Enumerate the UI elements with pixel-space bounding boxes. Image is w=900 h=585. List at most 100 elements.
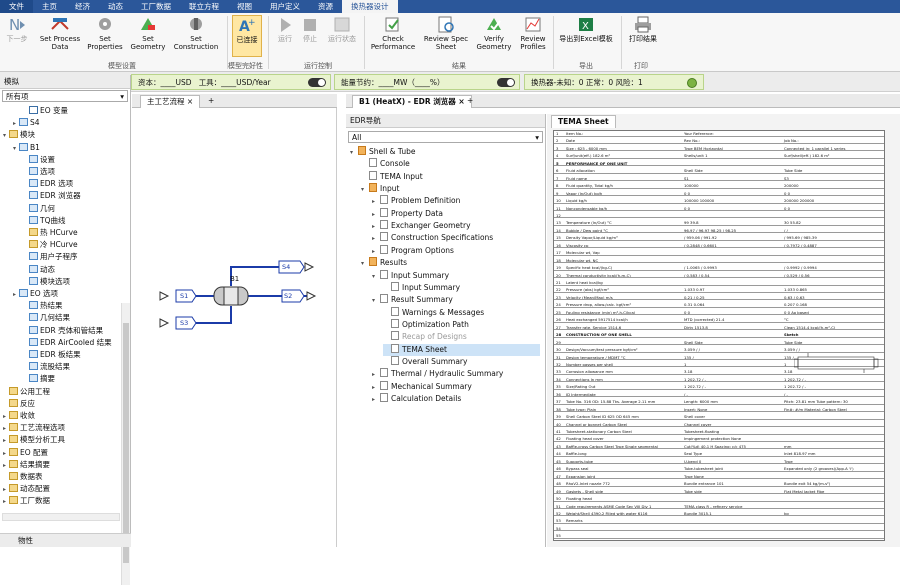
nav-item[interactable]: Warnings & Messages xyxy=(383,306,540,319)
tab-edr-browser[interactable]: B1 (HeatX) - EDR 浏览器 × xyxy=(352,95,472,108)
block-b1-label[interactable]: B1 xyxy=(230,275,239,283)
tree-item[interactable]: TQ曲线 xyxy=(23,215,66,227)
nav-item[interactable]: ▸ Mechanical Summary xyxy=(372,380,540,394)
nav-item[interactable]: ▸ Thermal / Hydraulic Summary xyxy=(372,368,540,380)
review-profiles-button[interactable]: Review Profiles xyxy=(516,15,550,51)
nav-item[interactable]: Optimization Path xyxy=(383,318,540,331)
tree-item[interactable]: ▸ 工厂数据 xyxy=(3,495,50,507)
nav-item[interactable]: ▾ Result Summary xyxy=(372,294,540,306)
tree-item[interactable]: 热 HCurve xyxy=(23,227,78,239)
nav-item[interactable]: ▸ Program Options xyxy=(372,244,540,258)
expand-arrow-icon[interactable]: ▾ xyxy=(372,295,380,307)
run-status-button[interactable]: 运行状态 xyxy=(324,15,360,43)
tree-item[interactable]: ▸ 工艺流程选项 xyxy=(3,422,65,434)
nav-item[interactable]: TEMA Input xyxy=(361,170,540,183)
set-geometry-button[interactable]: Set Geometry xyxy=(130,15,166,51)
tree-horizontal-scrollbar[interactable] xyxy=(2,513,120,521)
expand-arrow-icon[interactable]: ▾ xyxy=(372,271,380,283)
expand-arrow-icon[interactable]: ▸ xyxy=(372,233,380,245)
menu-item[interactable]: 换热器设计 xyxy=(342,0,398,13)
nav-item[interactable]: ▸ Problem Definition xyxy=(372,195,540,207)
expand-arrow-icon[interactable]: ▸ xyxy=(372,246,380,258)
menu-item[interactable]: 资源 xyxy=(309,0,342,13)
nav-item[interactable]: ▾ Input Summary xyxy=(372,269,540,283)
review-spec-sheet-button[interactable]: Review Spec Sheet xyxy=(422,15,470,51)
tab-main-flowsheet[interactable]: 主工艺流程 × xyxy=(140,95,201,108)
tree-item[interactable]: EDR 浏览器 xyxy=(23,190,81,202)
expand-arrow-icon[interactable]: ▸ xyxy=(372,369,380,381)
tree-item[interactable]: 选项 xyxy=(23,166,55,178)
tree-item[interactable]: ▸ 收敛 xyxy=(3,410,35,422)
tree-item[interactable]: EDR 板结果 xyxy=(23,349,81,361)
expand-arrow-icon[interactable]: ▸ xyxy=(372,196,380,208)
status-ok-icon[interactable] xyxy=(687,78,697,88)
run-button[interactable]: 运行 xyxy=(274,15,296,43)
tree-item[interactable]: 冷 HCurve xyxy=(23,239,78,251)
expand-arrow-icon[interactable]: ▾ xyxy=(350,147,358,159)
expand-arrow-icon[interactable]: ▾ xyxy=(361,258,369,270)
tree-item[interactable]: ▸ 模型分析工具 xyxy=(3,434,65,446)
tree-item[interactable]: 流股结果 xyxy=(23,361,70,373)
print-results-button[interactable]: 打印结果 xyxy=(626,15,660,43)
nav-item[interactable]: ▸ Construction Specifications xyxy=(372,232,540,244)
nav-item[interactable]: Recap of Designs xyxy=(383,331,540,343)
verify-geometry-button[interactable]: Verify Geometry xyxy=(474,15,514,51)
flowsheet-canvas[interactable]: B1 S1 S2 S3 S4 xyxy=(132,108,337,547)
edr-nav-filter[interactable]: All xyxy=(348,131,543,143)
tree-item[interactable]: ▸ EO 配置 xyxy=(3,447,48,459)
filter-dropdown[interactable]: 所有项 xyxy=(2,90,128,102)
menu-item[interactable]: 联立方程 xyxy=(180,0,228,13)
tree-item[interactable]: ▾ 模块 xyxy=(3,129,35,141)
nav-item[interactable]: Overall Summary xyxy=(383,355,540,368)
cost-toggle[interactable] xyxy=(308,78,326,87)
tree-item[interactable]: EDR 壳体和管结果 xyxy=(23,325,103,337)
energy-toggle[interactable] xyxy=(497,78,515,87)
connected-button[interactable]: A + 已连接 xyxy=(232,15,262,57)
check-performance-button[interactable]: Check Performance xyxy=(368,15,418,51)
tree-item[interactable]: ▸ S4 xyxy=(13,117,40,129)
menu-item[interactable]: 文件 xyxy=(0,0,33,13)
tree-item[interactable]: 几何 xyxy=(23,203,55,215)
next-button[interactable]: N 下一步 xyxy=(4,15,30,43)
nav-item[interactable]: ▸ Exchanger Geometry xyxy=(372,220,540,232)
tree-item[interactable]: 公用工程 xyxy=(3,386,50,398)
set-properties-button[interactable]: Set Properties xyxy=(86,15,124,51)
tree-item[interactable]: ▾ B1 xyxy=(13,142,40,154)
tree-item[interactable]: 数据表 xyxy=(3,471,43,483)
tree-item[interactable]: EDR 选项 xyxy=(23,178,73,190)
expand-arrow-icon[interactable]: ▸ xyxy=(372,382,380,394)
nav-item[interactable]: TEMA Sheet xyxy=(383,343,540,356)
tree-item[interactable]: 用户子程序 xyxy=(23,251,78,263)
nav-item[interactable]: Input Summary xyxy=(383,281,540,294)
menu-item[interactable]: 工厂数据 xyxy=(132,0,180,13)
tree-item[interactable]: ▸ 结果摘要 xyxy=(3,459,50,471)
tree-item[interactable]: 热结果 xyxy=(23,300,63,312)
menu-item[interactable]: 主页 xyxy=(33,0,66,13)
tree-item[interactable]: 摘要 xyxy=(23,373,55,385)
nav-item[interactable]: ▾ Results xyxy=(361,257,540,269)
add-tab-button-2[interactable]: + xyxy=(461,95,479,108)
tree-item[interactable]: EO 变量 xyxy=(23,105,68,117)
tree-item[interactable]: 模块选项 xyxy=(23,276,70,288)
tree-item[interactable]: 反应 xyxy=(3,398,35,410)
tree-item[interactable]: EDR AirCooled 结果 xyxy=(23,337,112,349)
set-construction-button[interactable]: Set Construction xyxy=(172,15,220,51)
menu-item[interactable]: 动态 xyxy=(99,0,132,13)
nav-item[interactable]: ▸ Property Data xyxy=(372,207,540,221)
tree-item[interactable]: ▸ EO 选项 xyxy=(13,288,58,300)
expand-arrow-icon[interactable]: ▸ xyxy=(372,394,380,406)
nav-item[interactable]: ▾ Shell & Tube xyxy=(350,146,540,158)
expand-arrow-icon[interactable]: ▾ xyxy=(361,184,369,196)
stop-button[interactable]: 停止 xyxy=(299,15,321,43)
add-tab-button[interactable]: + xyxy=(202,95,220,108)
nav-item[interactable]: ▸ Calculation Details xyxy=(372,393,540,405)
expand-arrow-icon[interactable]: ▸ xyxy=(372,221,380,233)
tree-item[interactable]: 动态 xyxy=(23,264,55,276)
menu-item[interactable]: 视图 xyxy=(228,0,261,13)
tree-item[interactable]: 几何结果 xyxy=(23,312,70,324)
nav-item[interactable]: Console xyxy=(361,158,540,170)
expand-arrow-icon[interactable]: ▸ xyxy=(372,209,380,221)
menu-item[interactable]: 用户定义 xyxy=(261,0,309,13)
export-excel-button[interactable]: X 导出到Excel模板 xyxy=(556,15,616,43)
set-process-data-button[interactable]: Set Process Data xyxy=(38,15,82,51)
